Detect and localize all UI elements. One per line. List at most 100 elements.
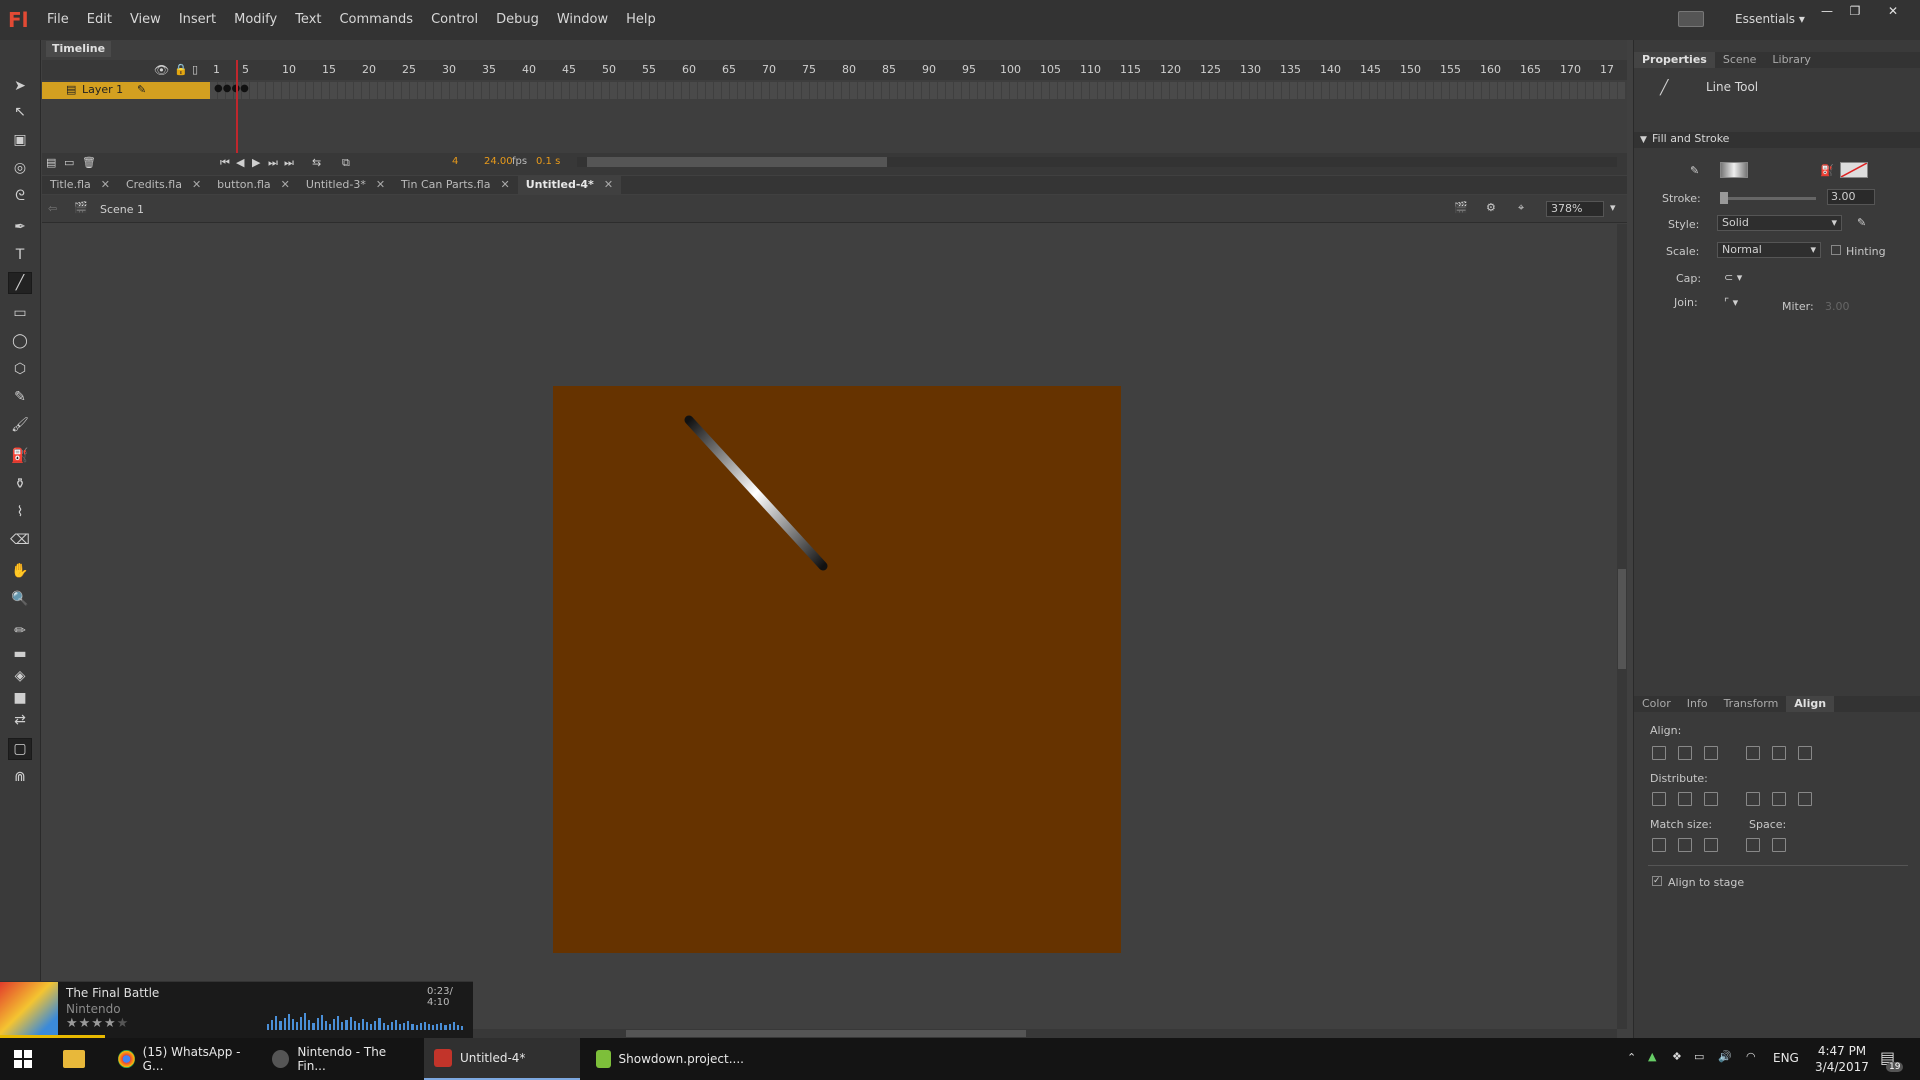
menu-view[interactable]: View	[121, 12, 170, 27]
layer-row[interactable]: ▤ Layer 1 ✎	[42, 82, 210, 99]
show-hide-icon[interactable]: 👁	[154, 63, 169, 77]
taskbar-item-showdown[interactable]: Showdown.project....	[586, 1038, 744, 1080]
dropbox-icon[interactable]: ❖	[1672, 1050, 1682, 1063]
last-frame-icon[interactable]: ⏭	[284, 156, 294, 170]
stage-canvas[interactable]	[553, 386, 1121, 953]
tab-scene[interactable]: Scene	[1715, 52, 1765, 68]
delete-layer-icon[interactable]: 🗑	[82, 156, 96, 169]
subselection-tool-icon[interactable]: ↖	[8, 101, 32, 123]
media-player-widget[interactable]: The Final Battle Nintendo ★★★★★ 0:23/ 4:…	[0, 981, 473, 1039]
distribute-bottom-icon[interactable]	[1704, 792, 1718, 806]
first-frame-icon[interactable]: ⏮	[220, 156, 230, 170]
collapse-triangle-icon[interactable]: ▼	[1640, 135, 1647, 145]
free-transform-tool-icon[interactable]: ▣	[8, 129, 32, 151]
menu-debug[interactable]: Debug	[487, 12, 548, 27]
menu-file[interactable]: File	[38, 12, 78, 27]
distribute-hcenter-icon[interactable]	[1772, 792, 1786, 806]
doc-tab-active[interactable]: Untitled-4* ✕	[517, 176, 622, 194]
stroke-color-icon[interactable]: ✏	[8, 620, 32, 642]
scale-select[interactable]: Normal ▾	[1717, 242, 1821, 258]
close-icon[interactable]: ✕	[192, 178, 201, 192]
frames-row[interactable]: ●●●●	[210, 82, 1625, 99]
windows-start-icon[interactable]	[14, 1050, 32, 1068]
new-layer-icon[interactable]: ▤	[46, 156, 56, 169]
paint-bucket-tool-icon[interactable]: ⛽	[8, 445, 32, 467]
fill-stroke-header[interactable]: Fill and Stroke	[1634, 132, 1920, 148]
fill-color-swatch[interactable]	[1840, 162, 1868, 178]
close-icon[interactable]: ✕	[604, 178, 613, 192]
lasso-tool-icon[interactable]: ᘓ	[8, 185, 32, 207]
new-folder-icon[interactable]: ▭	[64, 156, 74, 169]
taskbar-item-media[interactable]: Nintendo - The Fin...	[262, 1038, 414, 1080]
menu-window[interactable]: Window	[548, 12, 617, 27]
doc-tab[interactable]: Credits.fla ✕	[118, 176, 209, 194]
edit-scene-icon[interactable]: 🎬	[1454, 201, 1468, 214]
menu-edit[interactable]: Edit	[78, 12, 121, 27]
restore-button[interactable]: ❐	[1842, 4, 1868, 20]
current-frame[interactable]: 4	[452, 156, 458, 167]
stroke-color-swatch[interactable]	[1720, 162, 1748, 178]
match-height-icon[interactable]	[1678, 838, 1692, 852]
menu-insert[interactable]: Insert	[170, 12, 225, 27]
tab-info[interactable]: Info	[1679, 696, 1716, 712]
edit-symbols-icon[interactable]: ⚙	[1486, 201, 1496, 214]
align-right-icon[interactable]	[1704, 746, 1718, 760]
tab-library[interactable]: Library	[1764, 52, 1818, 68]
menu-control[interactable]: Control	[422, 12, 487, 27]
brush-tool-icon[interactable]: 🖌	[8, 414, 32, 436]
tab-timeline[interactable]: Timeline	[46, 41, 112, 57]
match-width-height-icon[interactable]	[1704, 838, 1718, 852]
play-icon[interactable]: ▶	[252, 156, 260, 169]
miter-value[interactable]: 3.00	[1825, 300, 1850, 313]
close-icon[interactable]: ✕	[500, 178, 509, 192]
zoom-input[interactable]: 378%	[1546, 201, 1604, 217]
distribute-right-icon[interactable]	[1798, 792, 1812, 806]
align-left-icon[interactable]	[1652, 746, 1666, 760]
frame-rate[interactable]: 24.00	[484, 156, 513, 167]
cap-round-icon[interactable]: ⊂ ▾	[1724, 271, 1742, 284]
minimize-button[interactable]: —	[1814, 4, 1840, 20]
lock-icon[interactable]: 🔒	[174, 63, 188, 76]
pencil-tool-icon[interactable]: ✎	[8, 386, 32, 408]
horizontal-scroll-thumb[interactable]	[626, 1030, 1026, 1037]
battery-icon[interactable]: ▭	[1694, 1050, 1704, 1063]
object-drawing-icon[interactable]: ▢	[8, 738, 32, 760]
taskbar-item-chrome[interactable]: (15) WhatsApp - G...	[108, 1038, 256, 1080]
menu-text[interactable]: Text	[286, 12, 330, 27]
onion-skin-icon[interactable]: ⧉	[342, 156, 350, 170]
outline-icon[interactable]: ▯	[192, 63, 198, 76]
file-explorer-icon[interactable]	[63, 1050, 85, 1068]
taskbar-item-flash[interactable]: Untitled-4*	[424, 1038, 580, 1080]
eyedropper-tool-icon[interactable]: ⌇	[8, 501, 32, 523]
vertical-scroll-thumb[interactable]	[1618, 569, 1626, 669]
tab-properties[interactable]: Properties	[1634, 52, 1715, 68]
close-icon[interactable]: ✕	[281, 178, 290, 192]
center-stage-icon[interactable]: ⌖	[1518, 201, 1524, 215]
drive-icon[interactable]: ▲	[1648, 1050, 1656, 1063]
back-arrow-icon[interactable]: ⇦	[48, 202, 57, 215]
loop-icon[interactable]: ⇆	[312, 156, 321, 169]
space-vertical-icon[interactable]	[1746, 838, 1760, 852]
track-rating[interactable]: ★★★★★	[66, 1016, 129, 1031]
stroke-slider-handle[interactable]	[1720, 192, 1728, 204]
close-window-button[interactable]: ✕	[1880, 4, 1906, 20]
chevron-up-icon[interactable]: ⌃	[1627, 1051, 1636, 1064]
align-horizontal-center-icon[interactable]	[1678, 746, 1692, 760]
polystar-tool-icon[interactable]: ⬡	[8, 358, 32, 380]
snap-to-objects-icon[interactable]: ⋒	[8, 766, 32, 788]
align-top-icon[interactable]	[1746, 746, 1760, 760]
close-icon[interactable]: ✕	[376, 178, 385, 192]
fill-color-icon[interactable]: ◈	[8, 665, 32, 687]
chevron-down-icon[interactable]: ▾	[1610, 201, 1616, 214]
menu-help[interactable]: Help	[617, 12, 665, 27]
distribute-vcenter-icon[interactable]	[1678, 792, 1692, 806]
doc-tab[interactable]: Untitled-3* ✕	[298, 176, 393, 194]
clock-time[interactable]: 4:47 PM	[1812, 1044, 1872, 1058]
menu-commands[interactable]: Commands	[330, 12, 422, 27]
tab-align[interactable]: Align	[1786, 696, 1835, 712]
doc-tab[interactable]: button.fla ✕	[209, 176, 298, 194]
fill-swatch-icon[interactable]: ■	[8, 687, 32, 709]
match-width-icon[interactable]	[1652, 838, 1666, 852]
ink-bottle-tool-icon[interactable]: ⚱	[8, 473, 32, 495]
3d-rotation-tool-icon[interactable]: ◎	[8, 157, 32, 179]
